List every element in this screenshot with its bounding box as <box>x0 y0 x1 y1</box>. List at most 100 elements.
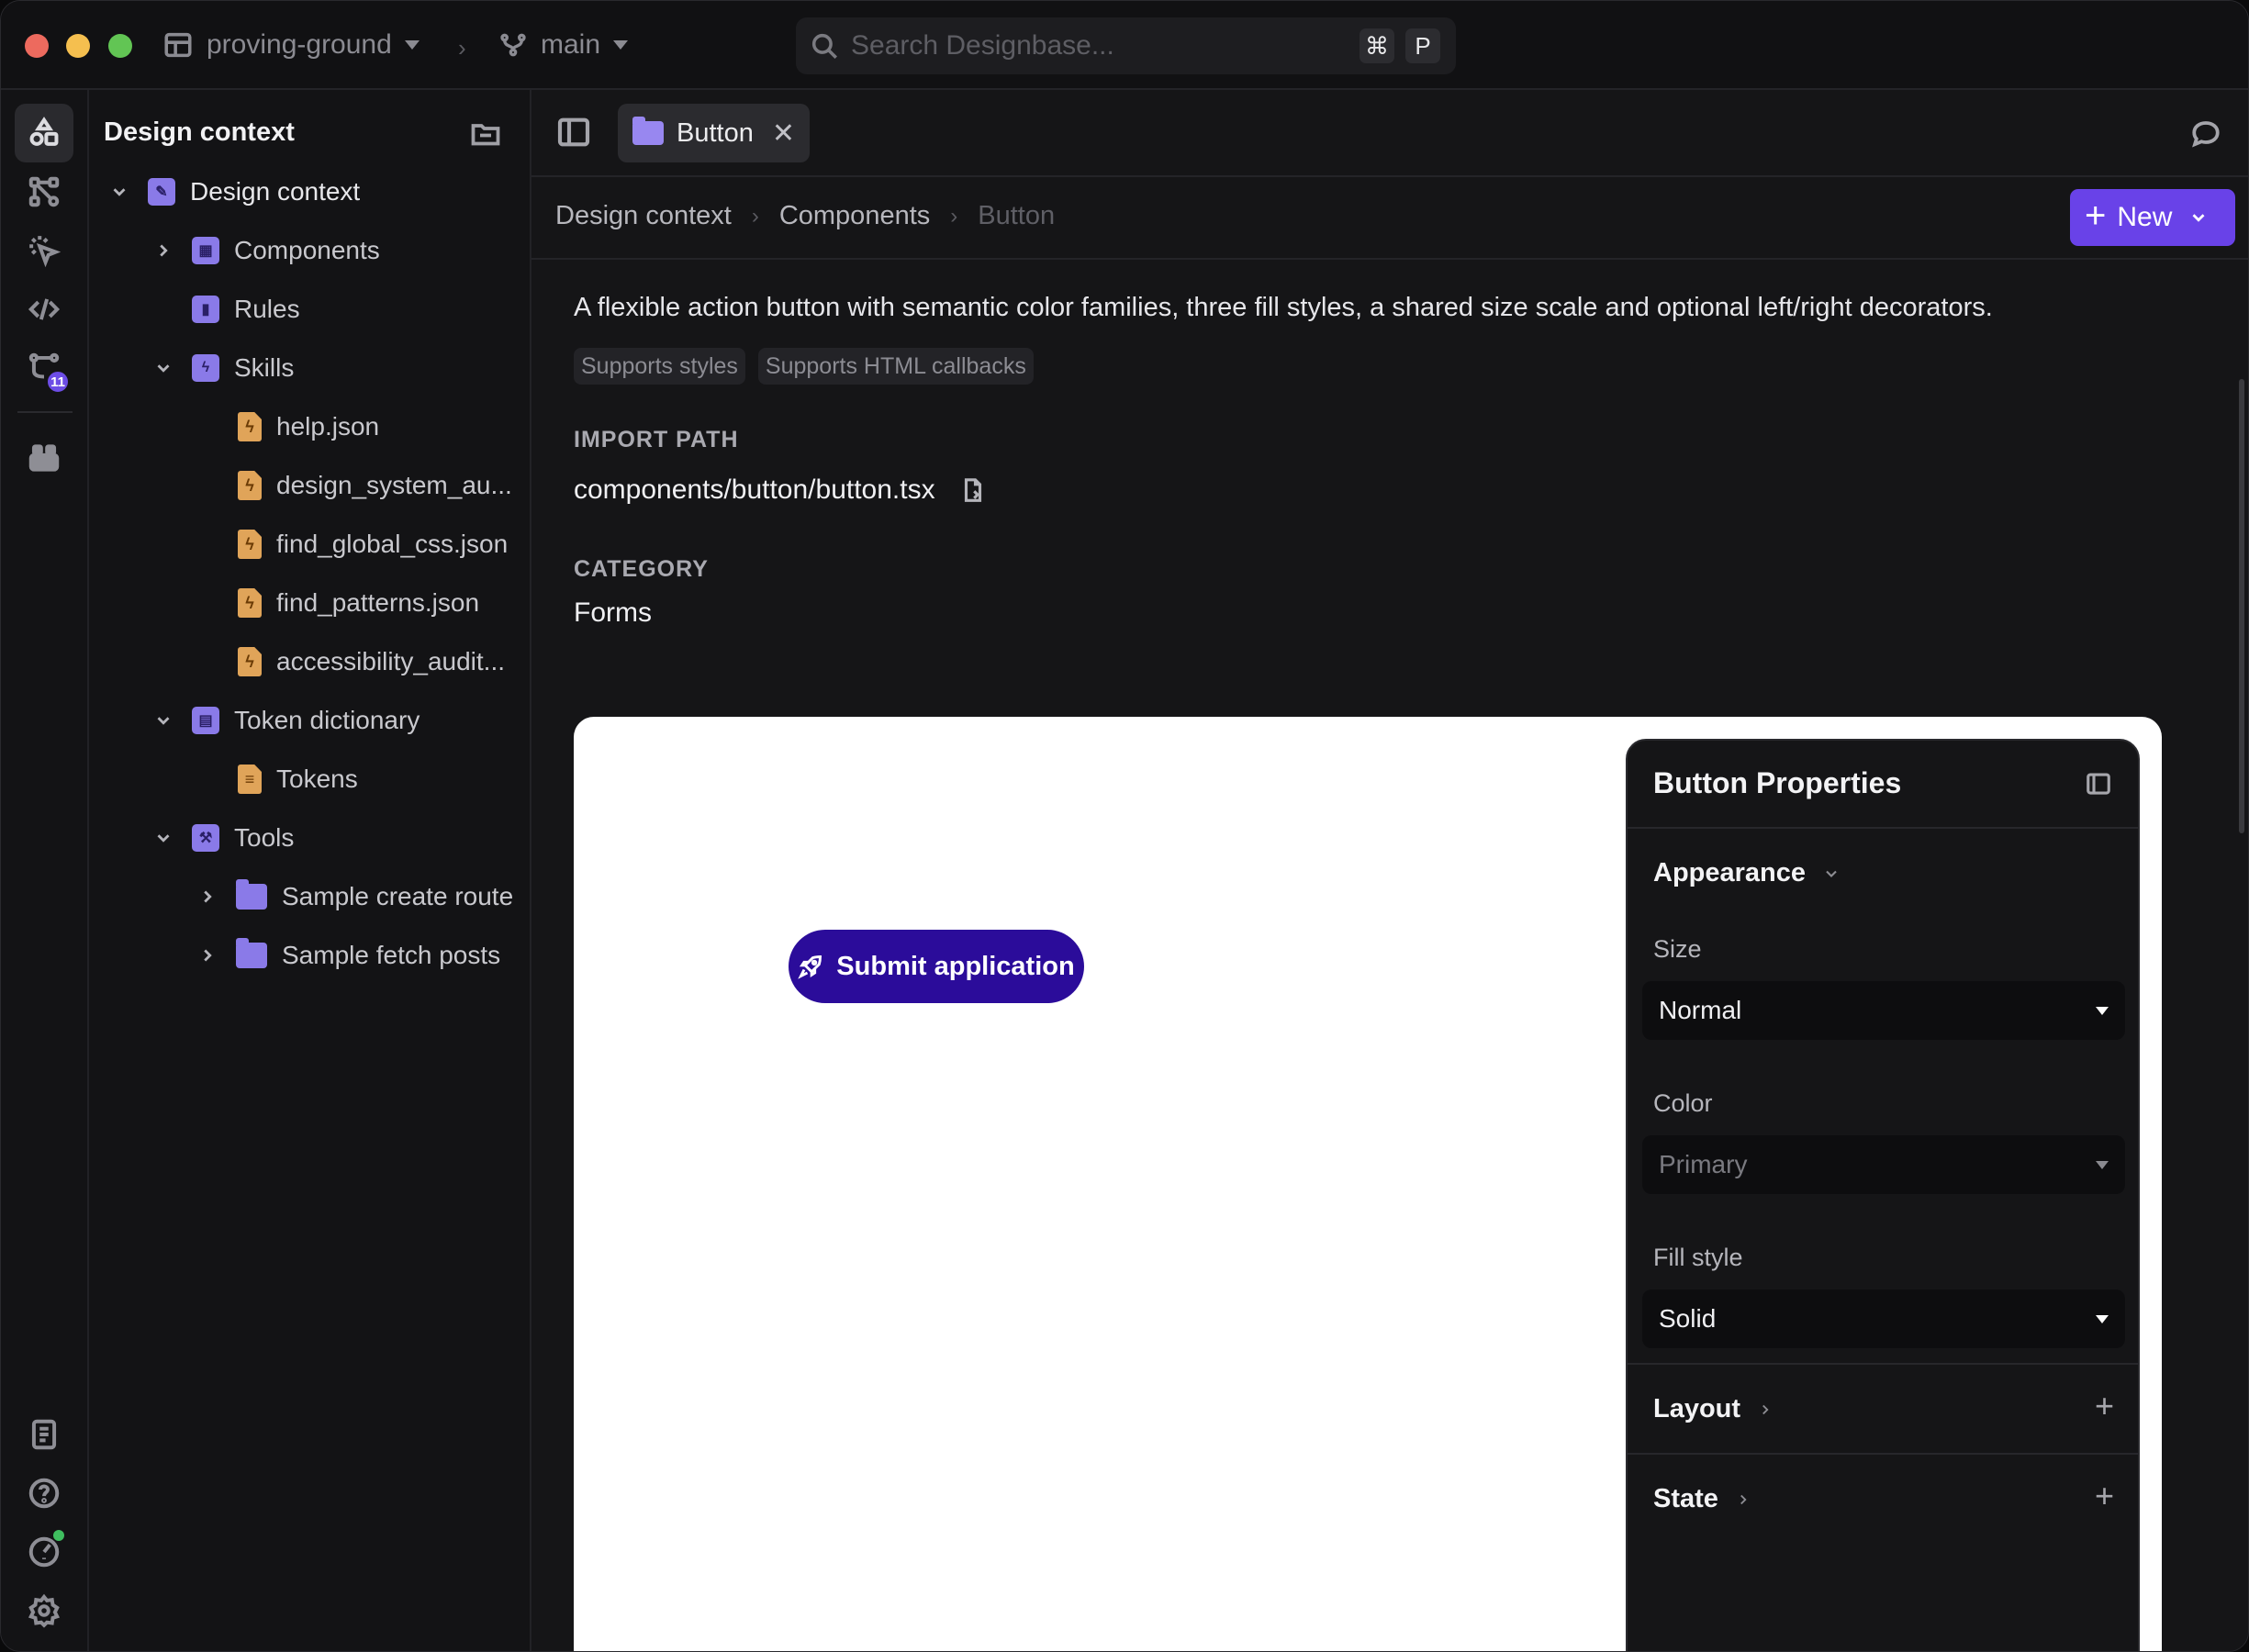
dock-panel-button[interactable] <box>2085 770 2112 802</box>
tree-item-tool[interactable]: Sample fetch posts <box>194 932 500 978</box>
chevron-right-icon <box>150 237 177 264</box>
tree-label: design_system_au... <box>276 471 512 499</box>
skill-file-icon: ϟ <box>238 412 262 441</box>
skill-file-icon: ϟ <box>238 471 262 500</box>
chevron-down-icon <box>2192 214 2205 222</box>
rail-design-context[interactable] <box>15 104 73 162</box>
project-name: proving-ground <box>207 29 392 60</box>
gear-icon <box>28 1593 61 1628</box>
tree-item-tool[interactable]: Sample create route <box>194 874 513 920</box>
size-label: Size <box>1653 935 1702 963</box>
search-input[interactable] <box>851 30 1337 61</box>
panel-layout-icon <box>2087 773 2110 795</box>
rail-interactions[interactable] <box>15 221 73 280</box>
tree-label: Design context <box>190 177 361 206</box>
archive-icon <box>28 444 60 472</box>
chevron-right-icon <box>194 883 221 910</box>
fill-style-select[interactable]: Solid <box>1642 1289 2125 1348</box>
rail-code[interactable] <box>15 280 73 339</box>
bookmark-icon: ▮ <box>192 296 219 323</box>
section-divider <box>1628 1453 2138 1455</box>
breadcrumb: Design context › Components › Button <box>555 201 1055 231</box>
chat-bubble-icon <box>2192 121 2220 148</box>
tree-item-skills[interactable]: ϟ Skills <box>150 345 294 391</box>
plus-icon: + <box>2085 195 2107 236</box>
add-layout-icon[interactable]: + <box>2095 1387 2114 1425</box>
appearance-section-toggle[interactable]: Appearance <box>1653 858 1841 888</box>
breadcrumb-item[interactable]: Components <box>779 201 930 231</box>
rail-settings[interactable] <box>15 1581 73 1640</box>
color-value: Primary <box>1659 1150 1748 1178</box>
title-bar: proving-ground › main ⌘ P <box>1 1 2248 90</box>
maximize-window-button[interactable] <box>108 34 132 58</box>
search-bar[interactable]: ⌘ P <box>796 17 1456 74</box>
scrollbar-thumb[interactable] <box>2239 379 2244 833</box>
lightning-icon: ϟ <box>192 354 219 382</box>
tree-item-skill-file[interactable]: ϟ help.json <box>238 404 379 450</box>
rail-docs[interactable] <box>15 1405 73 1464</box>
minimize-window-button[interactable] <box>66 34 90 58</box>
book-icon: ▤ <box>192 707 219 734</box>
rail-status[interactable] <box>15 1523 73 1581</box>
tree-item-skill-file[interactable]: ϟ accessibility_audit... <box>238 639 505 685</box>
rail-changes[interactable]: 11 <box>15 339 73 397</box>
caret-down-icon <box>404 40 420 50</box>
folder-icon <box>236 938 267 968</box>
color-label: Color <box>1653 1089 1713 1117</box>
state-section-toggle[interactable]: State <box>1653 1484 1751 1514</box>
rail-flows[interactable] <box>15 162 73 221</box>
collapse-tree-button[interactable] <box>469 117 502 155</box>
tree-item-skill-file[interactable]: ϟ find_global_css.json <box>238 521 508 567</box>
document-icon <box>31 1419 57 1450</box>
chip-supports-callbacks: Supports HTML callbacks <box>757 348 1034 385</box>
tree-item-skill-file[interactable]: ϟ design_system_au... <box>238 463 512 508</box>
close-window-button[interactable] <box>25 34 49 58</box>
folder-collapse-icon <box>471 124 500 146</box>
tree-item-skill-file[interactable]: ϟ find_patterns.json <box>238 580 479 626</box>
close-tab-icon[interactable]: ✕ <box>772 117 795 150</box>
tab-button[interactable]: Button ✕ <box>618 104 810 162</box>
token-file-icon: ≡ <box>238 765 262 794</box>
new-button[interactable]: + New <box>2070 189 2235 246</box>
caret-down-icon <box>613 40 629 50</box>
color-select[interactable]: Primary <box>1642 1135 2125 1194</box>
chevron-down-icon <box>150 354 177 382</box>
toggle-sidebar-button[interactable] <box>555 114 592 155</box>
breadcrumb-item[interactable]: Design context <box>555 201 732 231</box>
chevron-down-icon <box>1826 870 1837 877</box>
tree-label: Sample fetch posts <box>282 941 501 969</box>
app-window: proving-ground › main ⌘ P <box>0 0 2249 1652</box>
state-label: State <box>1653 1484 1718 1513</box>
add-state-icon[interactable]: + <box>2095 1477 2114 1515</box>
properties-header: Button Properties <box>1628 741 2138 829</box>
tree-label: Sample create route <box>282 882 514 910</box>
chevron-right-icon: › <box>950 203 958 229</box>
layout-section-toggle[interactable]: Layout <box>1653 1394 1773 1424</box>
tree-item-rules[interactable]: ▮ Rules <box>192 286 300 332</box>
comments-button[interactable] <box>2189 117 2222 155</box>
section-divider <box>1628 1363 2138 1365</box>
tree-item-design-context[interactable]: ✎ Design context <box>106 169 360 215</box>
size-select[interactable]: Normal <box>1642 981 2125 1040</box>
caret-down-icon <box>2096 1006 2109 1015</box>
import-path-value: components/button/button.tsx <box>574 474 935 505</box>
tree-item-token-dictionary[interactable]: ▤ Token dictionary <box>150 698 420 743</box>
preview-submit-button[interactable]: Submit application <box>789 930 1084 1003</box>
size-value: Normal <box>1659 996 1742 1024</box>
branch-switcher[interactable]: main <box>498 27 629 63</box>
skill-file-icon: ϟ <box>238 530 262 559</box>
project-switcher[interactable]: proving-ground <box>162 27 420 63</box>
tree-label: Tokens <box>276 765 358 793</box>
sidebar: Design context ✎ Design context ▦ Compon… <box>89 90 531 1651</box>
breadcrumb-bar: Design context › Components › Button <box>531 177 2248 260</box>
rail-help[interactable] <box>15 1464 73 1523</box>
tree-item-components[interactable]: ▦ Components <box>150 228 380 273</box>
tree-item-tokens[interactable]: ≡ Tokens <box>238 756 358 802</box>
tree-item-tools[interactable]: ⚒ Tools <box>150 815 294 861</box>
rail-library[interactable] <box>15 429 73 487</box>
breadcrumb-current: Button <box>978 201 1056 230</box>
copy-file-icon[interactable] <box>959 476 987 504</box>
tree-label: Token dictionary <box>234 706 420 734</box>
chip-supports-styles: Supports styles <box>574 348 745 385</box>
tree-label: Rules <box>234 295 300 323</box>
